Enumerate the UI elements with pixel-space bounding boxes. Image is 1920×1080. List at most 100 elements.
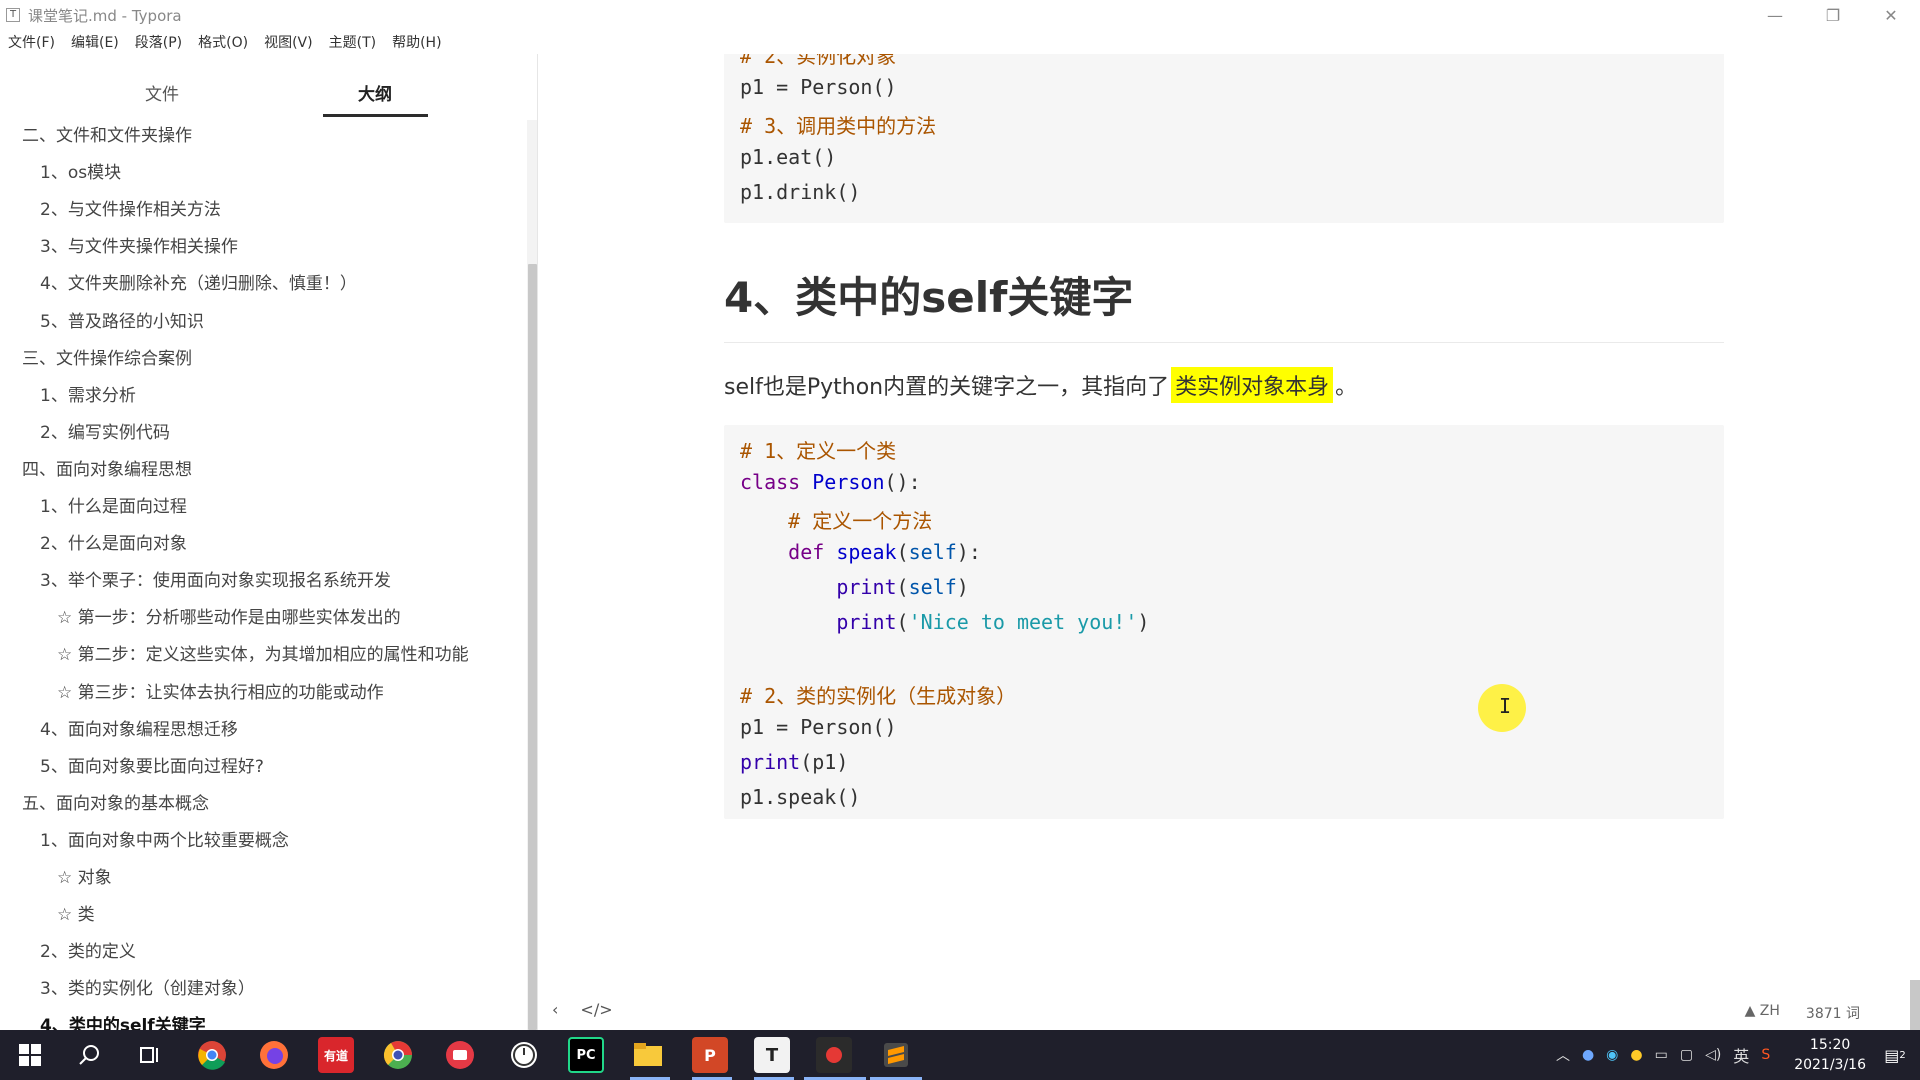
- code-line: # 3、调用类中的方法: [740, 110, 936, 139]
- code-token: ): [1137, 610, 1150, 634]
- code-token: (p1): [800, 750, 849, 774]
- screen-recorder-icon[interactable]: [816, 1037, 852, 1073]
- outline-item[interactable]: ☆ 第二步：定义这些实体，为其增加相应的属性和功能: [57, 640, 469, 665]
- menu-file[interactable]: 文件(F): [8, 32, 55, 52]
- outline-item[interactable]: 3、类的实例化（创建对象）: [40, 974, 255, 999]
- code-token: (: [896, 575, 909, 599]
- tray-app-icon[interactable]: ●: [1630, 1047, 1642, 1063]
- code-line: p1.speak(): [740, 785, 860, 809]
- outline-item[interactable]: 1、什么是面向过程: [40, 492, 187, 517]
- sogou-ime-icon[interactable]: S: [1761, 1047, 1770, 1063]
- typora-app-icon: T: [6, 8, 20, 22]
- network-icon[interactable]: ▢: [1680, 1047, 1693, 1063]
- code-token: print: [836, 575, 897, 599]
- maximize-button[interactable]: ❐: [1804, 0, 1862, 30]
- menu-theme[interactable]: 主题(T): [329, 32, 376, 52]
- outline-item[interactable]: 2、类的定义: [40, 937, 136, 962]
- code-token: print: [836, 610, 897, 634]
- outline-item[interactable]: 2、与文件操作相关方法: [40, 195, 221, 220]
- outline-item[interactable]: 五、面向对象的基本概念: [22, 789, 209, 814]
- code-token: 'Nice to meet you!': [908, 610, 1138, 634]
- outline-item[interactable]: 3、举个栗子：使用面向对象实现报名系统开发: [40, 566, 391, 591]
- menu-format[interactable]: 格式(O): [198, 32, 248, 52]
- ime-language[interactable]: 英: [1733, 1043, 1749, 1067]
- outline-item[interactable]: 2、什么是面向对象: [40, 529, 187, 554]
- outline-item[interactable]: 1、需求分析: [40, 381, 136, 406]
- menu-paragraph[interactable]: 段落(P): [135, 32, 182, 52]
- search-icon[interactable]: [72, 1037, 108, 1073]
- pycharm-icon[interactable]: PC: [568, 1037, 604, 1073]
- source-code-mode-icon[interactable]: </>: [580, 1000, 612, 1019]
- tray-app-icon[interactable]: ●: [1582, 1047, 1594, 1063]
- editor[interactable]: # 2、实例化对象 p1 = Person() # 3、调用类中的方法 p1.eat(…: [539, 54, 1920, 1030]
- code-token: (: [896, 610, 909, 634]
- outline-item[interactable]: 1、os模块: [40, 158, 121, 183]
- outline-item[interactable]: 二、文件和文件夹操作: [22, 121, 192, 146]
- battery-icon[interactable]: ▭: [1655, 1047, 1668, 1063]
- sidebar: 文件 大纲 二、文件和文件夹操作 1、os模块 2、与文件操作相关方法 3、与文件夹操…: [0, 54, 538, 1030]
- minimize-button[interactable]: —: [1746, 0, 1804, 30]
- text-cursor-icon: I: [1499, 694, 1512, 718]
- code-block[interactable]: # 1、定义一个类 class Person(): # 定义一个方法 def sp…: [724, 425, 1724, 819]
- menu-edit[interactable]: 编辑(E): [71, 32, 119, 52]
- windows-start-icon[interactable]: [12, 1037, 48, 1073]
- highlighted-text: 类实例对象本身: [1171, 367, 1334, 403]
- outline-item[interactable]: 5、普及路径的小知识: [40, 307, 204, 332]
- code-token: # 3、调用类中的方法: [740, 114, 937, 138]
- sublime-icon[interactable]: [878, 1037, 914, 1073]
- volume-icon[interactable]: ◁): [1705, 1047, 1721, 1063]
- active-tab-indicator: [323, 114, 428, 117]
- clock-app-icon[interactable]: [506, 1037, 542, 1073]
- outline-item[interactable]: ☆ 对象: [57, 863, 112, 888]
- clock-date: 2021/3/16: [1794, 1057, 1866, 1073]
- outline-item[interactable]: ☆ 第一步：分析哪些动作是由哪些实体发出的: [57, 603, 401, 628]
- notification-center-icon[interactable]: ▤ 2: [1880, 1040, 1910, 1070]
- powerpoint-icon[interactable]: P: [692, 1037, 728, 1073]
- word-count[interactable]: 3871 词: [1806, 1003, 1860, 1023]
- paragraph-end: 。: [1335, 375, 1358, 400]
- outline-item[interactable]: 4、面向对象编程思想迁移: [40, 715, 238, 740]
- firefox-icon[interactable]: [256, 1037, 292, 1073]
- outline-item[interactable]: 2、编写实例代码: [40, 418, 170, 443]
- toggle-sidebar-icon[interactable]: ‹: [552, 1000, 558, 1019]
- paragraph-text: self也是Python内置的关键字之一，其指向了: [724, 375, 1170, 400]
- outline-item[interactable]: 三、文件操作综合案例: [22, 344, 192, 369]
- code-line: # 2、类的实例化（生成对象）: [740, 680, 1016, 709]
- red-app-icon[interactable]: [442, 1037, 478, 1073]
- outline-item[interactable]: 4、文件夹删除补充（递归删除、慎重！）: [40, 269, 357, 294]
- code-line: print('Nice to meet you!'): [740, 610, 1149, 634]
- language-indicator[interactable]: ▲ ZH: [1745, 1003, 1780, 1023]
- youdao-icon[interactable]: 有道: [318, 1037, 354, 1073]
- code-token: p1.eat(): [740, 145, 837, 169]
- clock[interactable]: 15:20 2021/3/16: [1794, 1035, 1866, 1075]
- editor-scrollbar-thumb[interactable]: [1910, 980, 1920, 1030]
- sidebar-scrollbar-thumb[interactable]: [528, 264, 537, 1030]
- outline-item[interactable]: 1、面向对象中两个比较重要概念: [40, 826, 289, 851]
- tab-outline[interactable]: 大纲: [323, 80, 427, 105]
- menu-help[interactable]: 帮助(H): [392, 32, 441, 52]
- outline-item[interactable]: ☆ 第三步：让实体去执行相应的功能或动作: [57, 678, 384, 703]
- outline-item[interactable]: 四、面向对象编程思想: [22, 455, 192, 480]
- file-explorer-icon[interactable]: [630, 1037, 666, 1073]
- outline-item[interactable]: 5、面向对象要比面向过程好?: [40, 752, 264, 777]
- menu-view[interactable]: 视图(V): [264, 32, 313, 52]
- outline-item[interactable]: 3、与文件夹操作相关操作: [40, 232, 238, 257]
- code-token: class: [740, 470, 813, 494]
- section-heading: 4、类中的self关键字: [724, 273, 1134, 322]
- typora-taskbar-icon[interactable]: T: [754, 1037, 790, 1073]
- status-bar-right: ▲ ZH 3871 词: [1745, 1003, 1860, 1023]
- task-view-icon[interactable]: [132, 1037, 168, 1073]
- code-token: # 1、定义一个类: [740, 439, 897, 463]
- outline-item[interactable]: ☆ 类: [57, 900, 95, 925]
- code-block[interactable]: # 2、实例化对象 p1 = Person() # 3、调用类中的方法 p1.eat(…: [724, 54, 1724, 223]
- tab-files[interactable]: 文件: [110, 80, 214, 105]
- close-button[interactable]: ✕: [1862, 0, 1920, 30]
- code-token: ():: [884, 470, 921, 494]
- chrome-alt-icon[interactable]: [380, 1037, 416, 1073]
- tray-expand-icon[interactable]: ︿: [1556, 1045, 1570, 1065]
- notification-count: 2: [1899, 1049, 1906, 1061]
- outline-item[interactable]: 4、类中的self关键字: [40, 1011, 206, 1030]
- chrome-icon[interactable]: [194, 1037, 230, 1073]
- tray-app-icon[interactable]: ◉: [1606, 1047, 1618, 1063]
- code-line: class Person():: [740, 470, 921, 494]
